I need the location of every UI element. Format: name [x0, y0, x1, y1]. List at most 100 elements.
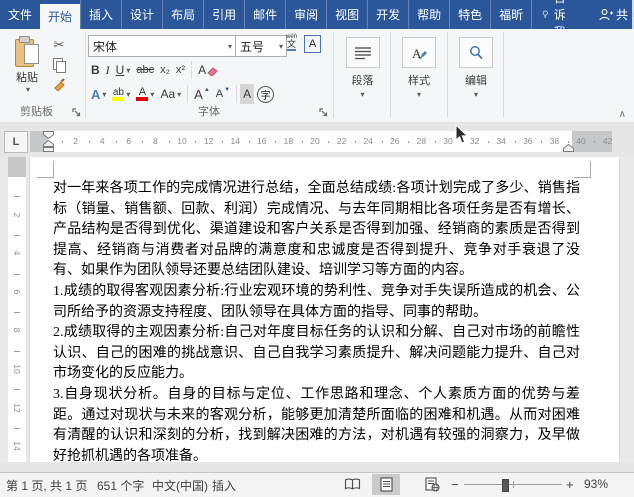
language-indicator[interactable]: 中文(中国) [152, 477, 208, 494]
phonetic-guide-button[interactable]: wén 文 [286, 34, 297, 51]
v-ruler-number: 4 [12, 250, 22, 256]
h-ruler-number: 10 [177, 136, 187, 146]
underline-caret: ▾ [126, 65, 131, 75]
copy-icon[interactable] [52, 58, 66, 73]
font-size-combo[interactable]: 五号 ▾ [235, 35, 287, 57]
page-info[interactable]: 第 1 页, 共 1 页 [6, 477, 87, 494]
underline-button[interactable]: U ▾ [113, 60, 134, 80]
v-ruler-margin-area [8, 157, 26, 177]
tab-insert[interactable]: 插入 [80, 0, 121, 29]
vertical-ruler[interactable]: 246810121416 [8, 157, 26, 462]
h-ruler-number: 22 [336, 136, 347, 146]
tab-developer[interactable]: 开发 [367, 0, 408, 29]
character-border-button[interactable]: A [304, 35, 321, 53]
tab-layout[interactable]: 布局 [162, 0, 203, 29]
paste-dropdown-caret[interactable]: ▾ [10, 85, 46, 94]
hanging-indent-marker[interactable] [43, 140, 54, 147]
grow-font-button[interactable]: A ▲ [191, 84, 213, 104]
h-ruler-tick [514, 141, 516, 143]
word-count[interactable]: 651 个字 [97, 477, 144, 494]
editing-group-button[interactable]: 编辑 ▾ [450, 29, 502, 122]
styles-group-button[interactable]: A 样式 ▾ [393, 29, 445, 122]
v-ruler-tick [14, 273, 20, 275]
tab-view[interactable]: 视图 [326, 0, 367, 29]
tab-references[interactable]: 引用 [203, 0, 244, 29]
page[interactable]: 对一年来各项工作的完成情况进行总结，全面总结成绩:各项计划完成了多少、销售指标（… [29, 157, 620, 462]
tab-file[interactable]: 文件 [0, 0, 40, 29]
v-ruler-tick [14, 196, 20, 198]
button-separator [187, 85, 189, 103]
shrink-font-button[interactable]: A ▼ [213, 84, 233, 104]
h-ruler-number: 38 [549, 136, 560, 146]
clear-formatting-button[interactable]: A [195, 60, 221, 80]
font-name-combo[interactable]: 宋体 ▾ [88, 35, 236, 57]
paragraph[interactable]: 2.成绩取得的主观因素分析:自己对年度目标任务的认识和分解、自己对市场的前瞻性认… [53, 323, 580, 385]
font-row-3: A ▾ ab ▾ A ▾ Aa ▾ A ▲ A ▼ A 字 [88, 84, 277, 104]
paragraph[interactable]: 对一年来各项工作的完成情况进行总结，全面总结成绩:各项计划完成了多少、销售指标（… [53, 179, 580, 282]
superscript-button[interactable]: x² [173, 60, 188, 80]
highlight-button[interactable]: ab ▾ [109, 84, 133, 104]
font-color-caret: ▾ [150, 89, 155, 99]
paragraph[interactable]: 1.成绩的取得客观因素分析:行业宏观环境的势利性、竞争对手失误所造成的机会、公司… [53, 282, 580, 323]
tab-mailings[interactable]: 邮件 [244, 0, 285, 29]
horizontal-ruler[interactable]: 2 4 6 8 10 12 14 16 18 20 22 24 26 28 30 32 34 36 38 40 42 [30, 131, 612, 152]
h-ruler-number: 26 [390, 136, 400, 146]
ribbon: 粘贴 ▾ ✂ 剪贴板 宋体 ▾ 五号 ▾ wén 文 A B I U ▾ abc… [0, 29, 634, 123]
h-ruler-number: 16 [257, 136, 267, 146]
document-text[interactable]: 对一年来各项工作的完成情况进行总结，全面总结成绩:各项计划完成了多少、销售指标（… [53, 179, 580, 462]
paragraph-group-button[interactable]: 段落 ▾ [336, 29, 389, 122]
right-indent-marker[interactable] [563, 144, 574, 152]
h-ruler-tick [62, 141, 64, 143]
left-indent-marker[interactable] [43, 147, 54, 152]
paste-button[interactable]: 粘贴 ▾ [8, 36, 46, 94]
clipboard-dialog-launcher-icon[interactable] [72, 108, 82, 118]
text-effects-button[interactable]: A ▾ [88, 84, 109, 104]
styles-caret: ▾ [416, 90, 421, 99]
h-ruler-number: 28 [416, 136, 427, 146]
zoom-out-button[interactable]: − [451, 477, 459, 492]
tab-help[interactable]: 帮助 [408, 0, 449, 29]
first-line-indent-marker[interactable] [43, 131, 54, 139]
change-case-button[interactable]: Aa ▾ [157, 84, 184, 104]
tab-selector[interactable]: L [4, 131, 28, 153]
font-name-value: 宋体 [93, 39, 118, 54]
tab-foxit[interactable]: 福昕 [490, 0, 531, 29]
tab-features[interactable]: 特色 [449, 0, 490, 29]
bold-button[interactable]: B [88, 60, 103, 80]
tell-me-button[interactable]: 告诉我 [531, 0, 585, 39]
font-dialog-launcher-icon[interactable] [319, 108, 329, 118]
strikethrough-button[interactable]: abc [133, 60, 157, 80]
tab-home[interactable]: 开始 [40, 4, 81, 29]
shrink-font-letter: A [215, 88, 224, 100]
insert-mode-indicator[interactable]: 插入 [212, 477, 236, 494]
zoom-in-button[interactable]: + [566, 477, 574, 492]
mouse-cursor [455, 124, 469, 144]
lightbulb-icon [543, 10, 548, 18]
tab-review[interactable]: 审阅 [285, 0, 326, 29]
paragraph[interactable]: 3.自身现状分析。自身的目标与定位、工作思路和理念、个人素质方面的优势与差距。通… [53, 385, 580, 462]
crop-mark-top-right-v [590, 161, 591, 177]
h-ruler-tick [168, 141, 170, 143]
zoom-slider-thumb[interactable] [502, 479, 509, 492]
subscript-button[interactable]: x₂ [157, 60, 173, 80]
character-shading-button[interactable]: A [240, 84, 255, 104]
zoom-level[interactable]: 93% [584, 477, 608, 491]
font-size-value: 五号 [240, 39, 265, 54]
web-layout-button[interactable] [418, 474, 446, 495]
cut-icon[interactable]: ✂ [54, 37, 65, 53]
print-layout-button[interactable] [372, 474, 400, 495]
h-ruler-number: 34 [496, 136, 506, 146]
collapse-ribbon-button[interactable]: ∧ [619, 109, 626, 120]
enclose-characters-button[interactable]: 字 [254, 84, 277, 104]
italic-button[interactable]: I [103, 60, 113, 80]
share-button[interactable]: 共 [585, 0, 632, 29]
underline-letter: U [115, 63, 125, 77]
paragraph-icon-box [345, 37, 380, 68]
tab-design[interactable]: 设计 [121, 0, 162, 29]
read-mode-button[interactable] [338, 474, 366, 495]
font-color-button[interactable]: A ▾ [133, 84, 157, 104]
paragraph-lines-icon [354, 46, 371, 59]
ribbon-tabs: 文件 开始 插入 设计 布局 引用 邮件 审阅 视图 开发 帮助 特色 福昕 [0, 0, 531, 29]
share-label: 共 [616, 8, 629, 22]
format-painter-icon[interactable] [52, 77, 66, 91]
